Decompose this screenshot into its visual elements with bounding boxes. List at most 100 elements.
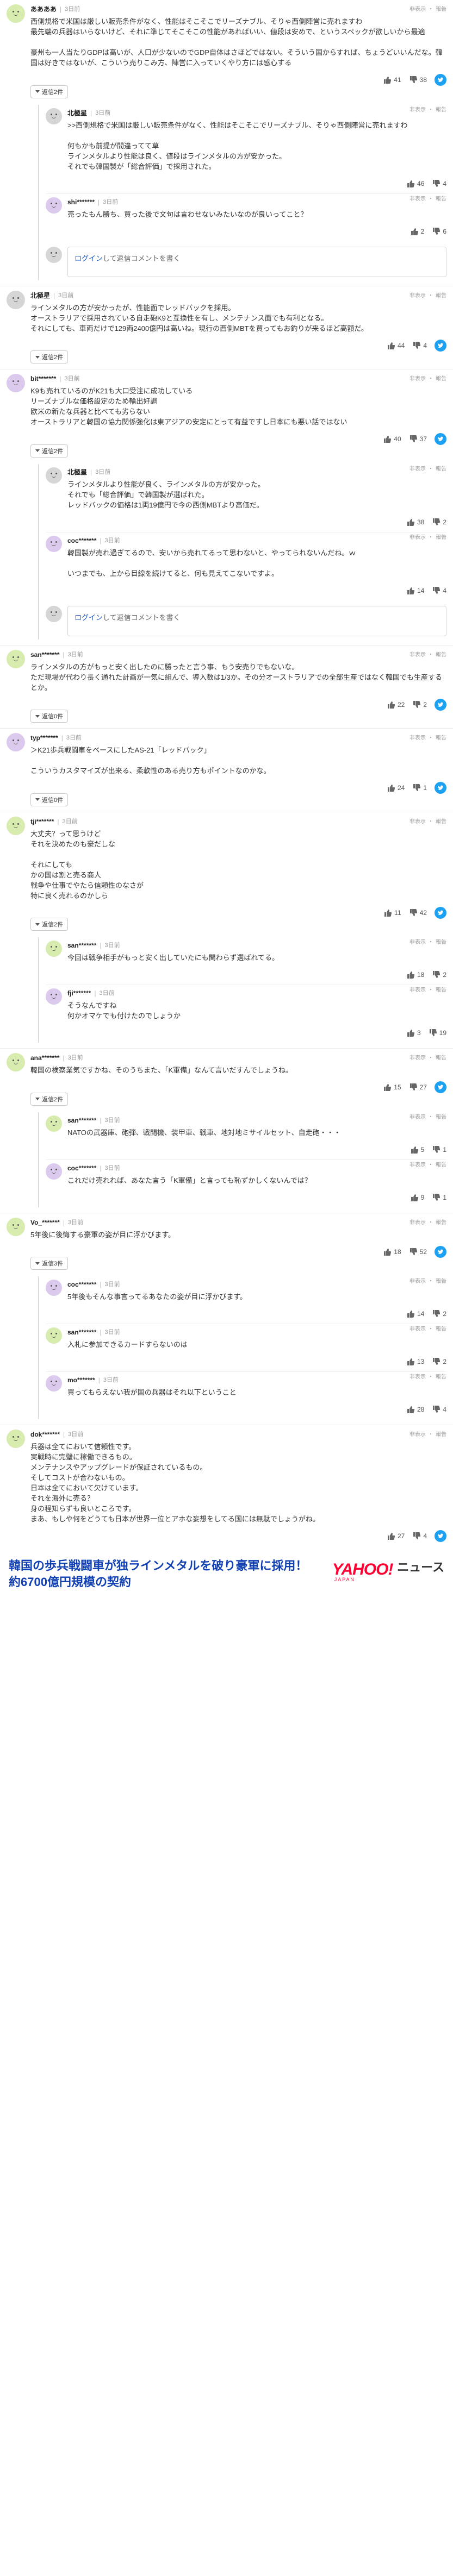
replies-toggle-button[interactable]: 返信3件 xyxy=(30,1257,69,1270)
like-button[interactable]: 5 xyxy=(410,1145,424,1154)
dislike-button[interactable]: 2 xyxy=(432,518,446,527)
twitter-share-icon[interactable] xyxy=(435,906,446,919)
login-link[interactable]: ログイン xyxy=(75,254,103,262)
like-button[interactable]: 2 xyxy=(410,227,424,236)
report-link[interactable]: 報告 xyxy=(436,985,446,993)
report-link[interactable]: 報告 xyxy=(436,937,446,945)
dislike-button[interactable]: 4 xyxy=(432,586,446,595)
like-button[interactable]: 41 xyxy=(383,76,401,84)
dislike-button[interactable]: 19 xyxy=(429,1029,446,1037)
report-link[interactable]: 報告 xyxy=(436,733,446,741)
twitter-share-icon[interactable] xyxy=(435,698,446,711)
dislike-button[interactable]: 2 xyxy=(412,700,427,709)
report-link[interactable]: 報告 xyxy=(436,1218,446,1226)
twitter-share-icon[interactable] xyxy=(435,1081,446,1093)
author-name[interactable]: san******* xyxy=(67,1327,96,1337)
hide-link[interactable]: 非表示 xyxy=(409,650,426,658)
report-link[interactable]: 報告 xyxy=(436,1112,446,1120)
dislike-button[interactable]: 1 xyxy=(412,784,427,792)
report-link[interactable]: 報告 xyxy=(436,1324,446,1332)
report-link[interactable]: 報告 xyxy=(436,650,446,658)
like-button[interactable]: 40 xyxy=(383,435,401,443)
hide-link[interactable]: 非表示 xyxy=(409,105,426,113)
replies-toggle-button[interactable]: 返信0件 xyxy=(30,710,69,723)
like-button[interactable]: 24 xyxy=(387,784,405,792)
author-name[interactable]: 北極星 xyxy=(67,108,87,118)
report-link[interactable]: 報告 xyxy=(436,105,446,113)
author-name[interactable]: coc******* xyxy=(67,1163,96,1173)
like-button[interactable]: 18 xyxy=(406,970,424,979)
author-name[interactable]: fji******* xyxy=(67,988,91,998)
hide-link[interactable]: 非表示 xyxy=(409,291,426,299)
hide-link[interactable]: 非表示 xyxy=(409,374,426,382)
like-button[interactable]: 22 xyxy=(387,700,405,709)
hide-link[interactable]: 非表示 xyxy=(409,1372,426,1380)
author-name[interactable]: ana******* xyxy=(30,1053,59,1063)
twitter-share-icon[interactable] xyxy=(435,74,446,86)
report-link[interactable]: 報告 xyxy=(436,1053,446,1061)
hide-link[interactable]: 非表示 xyxy=(409,1218,426,1226)
like-button[interactable]: 13 xyxy=(406,1357,424,1366)
dislike-button[interactable]: 2 xyxy=(432,970,446,979)
hide-link[interactable]: 非表示 xyxy=(409,194,426,202)
report-link[interactable]: 報告 xyxy=(436,532,446,541)
like-button[interactable]: 28 xyxy=(406,1405,424,1414)
author-name[interactable]: 北極星 xyxy=(30,291,50,300)
author-name[interactable]: coc******* xyxy=(67,1280,96,1289)
dislike-button[interactable]: 2 xyxy=(432,1309,446,1318)
author-name[interactable]: mo******* xyxy=(67,1375,95,1385)
hide-link[interactable]: 非表示 xyxy=(409,1160,426,1168)
hide-link[interactable]: 非表示 xyxy=(409,1276,426,1284)
twitter-share-icon[interactable] xyxy=(435,339,446,352)
hide-link[interactable]: 非表示 xyxy=(409,733,426,741)
replies-toggle-button[interactable]: 返信2件 xyxy=(30,918,69,931)
dislike-button[interactable]: 4 xyxy=(412,341,427,350)
author-name[interactable]: dok******* xyxy=(30,1430,60,1439)
yahoo-news-logo[interactable]: YAHOO! ニュース JAPAN xyxy=(332,1558,444,1582)
twitter-share-icon[interactable] xyxy=(435,782,446,794)
hide-link[interactable]: 非表示 xyxy=(409,464,426,472)
hide-link[interactable]: 非表示 xyxy=(409,1112,426,1120)
report-link[interactable]: 報告 xyxy=(436,464,446,472)
dislike-button[interactable]: 42 xyxy=(409,908,427,917)
like-button[interactable]: 15 xyxy=(383,1083,401,1092)
like-button[interactable]: 9 xyxy=(410,1193,424,1202)
dislike-button[interactable]: 4 xyxy=(432,179,446,188)
like-button[interactable]: 27 xyxy=(387,1532,405,1540)
reply-input[interactable]: ログインして返信コメントを書く xyxy=(67,246,446,277)
replies-toggle-button[interactable]: 返信2件 xyxy=(30,444,69,457)
report-link[interactable]: 報告 xyxy=(436,1276,446,1284)
author-name[interactable]: 北極星 xyxy=(67,467,87,477)
author-name[interactable]: san******* xyxy=(67,1115,96,1125)
article-title[interactable]: 韓国の歩兵戦闘車が独ラインメタルを破り豪軍に採用！ 約6700億円規模の契約 xyxy=(9,1558,313,1590)
dislike-button[interactable]: 37 xyxy=(409,435,427,443)
like-button[interactable]: 3 xyxy=(406,1029,421,1037)
report-link[interactable]: 報告 xyxy=(436,4,446,12)
like-button[interactable]: 14 xyxy=(406,586,424,595)
report-link[interactable]: 報告 xyxy=(436,291,446,299)
like-button[interactable]: 14 xyxy=(406,1309,424,1318)
twitter-share-icon[interactable] xyxy=(435,1530,446,1542)
author-name[interactable]: san******* xyxy=(67,941,96,950)
author-name[interactable]: shi******* xyxy=(67,197,95,207)
dislike-button[interactable]: 4 xyxy=(432,1405,446,1414)
like-button[interactable]: 11 xyxy=(383,908,401,917)
hide-link[interactable]: 非表示 xyxy=(409,1430,426,1438)
author-name[interactable]: Vo_******* xyxy=(30,1218,60,1227)
dislike-button[interactable]: 1 xyxy=(432,1145,446,1154)
report-link[interactable]: 報告 xyxy=(436,1160,446,1168)
hide-link[interactable]: 非表示 xyxy=(409,1324,426,1332)
hide-link[interactable]: 非表示 xyxy=(409,817,426,825)
dislike-button[interactable]: 6 xyxy=(432,227,446,236)
like-button[interactable]: 38 xyxy=(406,518,424,527)
report-link[interactable]: 報告 xyxy=(436,1430,446,1438)
author-name[interactable]: typ******* xyxy=(30,733,58,743)
dislike-button[interactable]: 2 xyxy=(432,1357,446,1366)
twitter-share-icon[interactable] xyxy=(435,433,446,445)
hide-link[interactable]: 非表示 xyxy=(409,1053,426,1061)
author-name[interactable]: ああああ xyxy=(30,4,57,14)
dislike-button[interactable]: 27 xyxy=(409,1083,427,1092)
dislike-button[interactable]: 1 xyxy=(432,1193,446,1202)
replies-toggle-button[interactable]: 返信2件 xyxy=(30,1092,69,1106)
like-button[interactable]: 46 xyxy=(406,179,424,188)
